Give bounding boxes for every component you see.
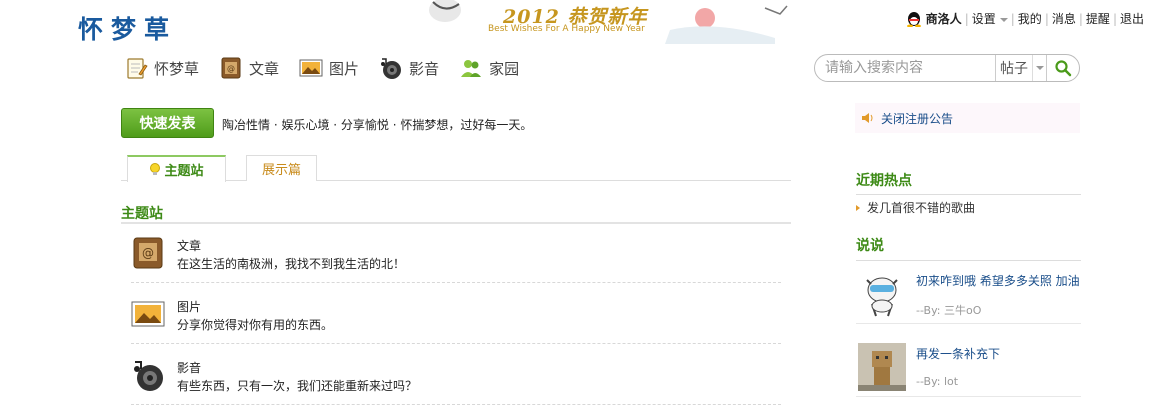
- nav-label: 家园: [489, 59, 520, 78]
- book-icon: @: [133, 237, 163, 269]
- nav-item-pictures[interactable]: 图片: [299, 56, 359, 80]
- site-logo[interactable]: 怀梦草: [78, 10, 177, 46]
- search-type-label: 帖子: [1000, 61, 1028, 77]
- arrow-right-icon: [856, 204, 860, 211]
- talk-message[interactable]: 初来咋到哦 希望多多关照 加油: [916, 272, 1081, 289]
- hot-topic-item[interactable]: 发几首很不错的歌曲: [856, 199, 975, 216]
- speaker-icon: [381, 58, 402, 79]
- picture-icon: [299, 59, 323, 77]
- dropdown-toggle[interactable]: [1032, 55, 1046, 81]
- talk-message[interactable]: 再发一条补充下: [916, 345, 1081, 362]
- item-title[interactable]: 图片: [177, 298, 201, 315]
- settings-link[interactable]: 设置: [972, 10, 1008, 27]
- divider: |: [1010, 11, 1015, 26]
- nav-item-homeland[interactable]: 家园: [459, 56, 519, 80]
- item-title[interactable]: 文章: [177, 237, 201, 254]
- site-slogan: 陶冶性情 · 娱乐心境 · 分享愉悦 · 怀揣梦想，过好每一天。: [222, 118, 533, 132]
- remind-link[interactable]: 提醒: [1086, 10, 1110, 27]
- talk-item: 初来咋到哦 希望多多关照 加油 --By: 三牛oO: [856, 262, 1081, 324]
- nav-item-media[interactable]: 影音: [379, 56, 439, 80]
- avatar[interactable]: [858, 270, 906, 318]
- section-title: 主题站: [121, 206, 163, 222]
- tab-topic-station[interactable]: 主题站: [127, 155, 226, 182]
- page: 怀梦草 2012 恭贺新年 Best Wishes For A Happy Ne…: [0, 0, 1154, 409]
- divider: |: [1112, 11, 1117, 26]
- username-link[interactable]: 商洛人: [926, 10, 962, 27]
- topic-list: @ 文章 在这生活的南极洲，我找不到我生活的北！ 图片 分享你觉得对你有用的东西…: [131, 230, 781, 409]
- divider: |: [964, 11, 969, 26]
- nav-item-articles[interactable]: @ 文章: [219, 56, 279, 80]
- nav-label: 影音: [409, 59, 440, 78]
- hot-topics-divider: [856, 194, 1081, 195]
- book-icon: @: [221, 57, 241, 79]
- divider: |: [1044, 11, 1049, 26]
- qq-penguin-icon: [906, 11, 921, 27]
- users-icon: [461, 60, 482, 77]
- section-divider: [121, 222, 791, 224]
- picture-icon: [131, 301, 165, 327]
- item-description: 在这生活的南极洲，我找不到我生活的北！: [177, 257, 406, 271]
- talks-title: 说说: [856, 238, 884, 254]
- search-input[interactable]: [825, 56, 995, 80]
- notice-label: 关闭注册公告: [881, 111, 954, 126]
- nav-label: 文章: [249, 59, 280, 78]
- nav-label: 怀梦草: [154, 59, 200, 78]
- settings-label: 设置: [971, 12, 996, 26]
- tab-bar: 主题站 展示篇: [121, 155, 791, 182]
- search-box: 帖子: [814, 54, 1080, 82]
- hot-topic-label: 发几首很不错的歌曲: [867, 201, 976, 215]
- mine-link[interactable]: 我的: [1018, 10, 1042, 27]
- item-description: 有些东西，只有一次，我们还能重新来过吗？: [177, 379, 418, 393]
- list-item[interactable]: 图片 分享你觉得对你有用的东西。: [131, 291, 781, 344]
- list-item[interactable]: 影音 有些东西，只有一次，我们还能重新来过吗？: [131, 352, 781, 405]
- speaker-icon: [134, 361, 163, 391]
- search-type-select[interactable]: 帖子: [995, 55, 1046, 81]
- talk-author: --By: 三牛oO: [916, 304, 982, 317]
- volume-icon: [862, 113, 873, 123]
- item-description: 分享你觉得对你有用的东西。: [177, 318, 334, 332]
- main-nav: 怀梦草 @ 文章 图片 影音 家园: [124, 56, 539, 80]
- caret-down-icon: [1035, 66, 1044, 70]
- list-item[interactable]: @ 文章 在这生活的南极洲，我找不到我生活的北！: [131, 230, 781, 283]
- hot-topics-title: 近期热点: [856, 173, 912, 189]
- nav-label: 图片: [329, 59, 360, 78]
- quick-post-button[interactable]: 快速发表: [121, 108, 214, 138]
- notepad-icon: [127, 58, 148, 79]
- messages-link[interactable]: 消息: [1052, 10, 1076, 27]
- register-notice[interactable]: 关闭注册公告: [855, 103, 1080, 133]
- new-year-banner: 2012 恭贺新年 Best Wishes For A Happy New Ye…: [415, 0, 795, 44]
- search-button[interactable]: [1046, 55, 1079, 81]
- svg-text:@: @: [227, 64, 235, 73]
- banner-subtitle: Best Wishes For A Happy New Year: [488, 24, 645, 34]
- item-title[interactable]: 影音: [177, 359, 201, 376]
- talk-author: --By: lot: [916, 375, 959, 388]
- caret-down-icon: [999, 17, 1008, 22]
- logout-link[interactable]: 退出: [1120, 10, 1144, 27]
- talks-divider: [856, 260, 1081, 261]
- avatar[interactable]: [858, 343, 906, 391]
- search-icon: [1055, 60, 1072, 77]
- divider: |: [1078, 11, 1083, 26]
- talk-item: 再发一条补充下 --By: lot: [856, 335, 1081, 397]
- svg-text:@: @: [142, 246, 154, 260]
- nav-item-home[interactable]: 怀梦草: [124, 56, 199, 80]
- tab-label: 主题站: [164, 164, 204, 179]
- lightbulb-icon: [150, 162, 161, 175]
- tab-showcase[interactable]: 展示篇: [246, 155, 317, 181]
- top-links: 商洛人 | 设置 | 我的 | 消息 | 提醒 | 退出: [906, 10, 1144, 27]
